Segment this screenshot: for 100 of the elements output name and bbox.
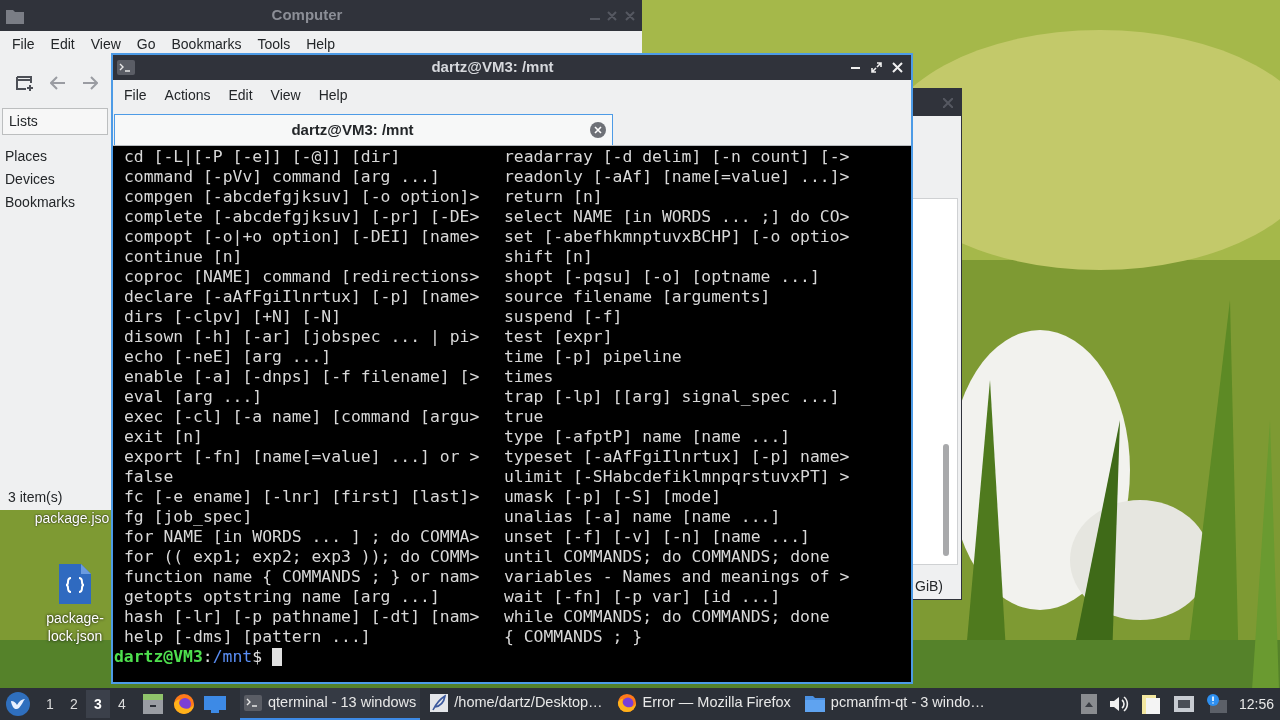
taskbar-button[interactable]: /home/dartz/Desktop… [426, 688, 607, 720]
terminal-line: fg [job_spec] [124, 507, 254, 527]
workspace-button[interactable]: 2 [62, 690, 86, 718]
terminal-line: readonly [-aAf] [name[=value] ...]> [504, 167, 850, 187]
terminal-line: while COMMANDS; do COMMANDS; done [504, 607, 831, 627]
terminal-icon [117, 60, 135, 75]
scrollbar-thumb[interactable] [943, 444, 949, 556]
list-dropdown[interactable]: Lists [2, 108, 108, 135]
terminal-line: umask [-p] [-S] [mode] [504, 487, 723, 507]
menu-item[interactable]: Tools [249, 32, 299, 57]
terminal-icon [244, 695, 262, 711]
taskbar-button[interactable]: qterminal - 13 windows [240, 688, 421, 720]
notification-icon[interactable] [1206, 694, 1227, 714]
terminal-line: times [504, 367, 555, 387]
json-file-icon[interactable] [59, 564, 91, 604]
terminal-line: function name { COMMANDS ; } or nam> [124, 567, 481, 587]
sidebar-item[interactable]: Bookmarks [0, 191, 110, 214]
terminal-line: false [124, 467, 175, 487]
terminal-line: suspend [-f] [504, 307, 624, 327]
network-icon[interactable] [1172, 694, 1195, 714]
terminal-line: compgen [-abcdefgjksuv] [-o option]> [124, 187, 481, 207]
close-icon[interactable] [590, 122, 606, 138]
terminal-line: time [-p] pipeline [504, 347, 683, 367]
terminal-line: set [-abefhkmnptuvxBCHP] [-o optio> [504, 227, 850, 247]
terminal-line: readarray [-d delim] [-n count] [-> [504, 147, 850, 167]
volume-icon[interactable] [1108, 695, 1129, 713]
taskbar-button[interactable]: pcmanfm-qt - 3 windo… [800, 688, 989, 720]
window-title: dartz@VM3: /mnt [430, 57, 555, 78]
terminal-line: eval [arg ...] [124, 387, 264, 407]
terminal-line: export [-fn] [name[=value] ...] or > [124, 447, 481, 467]
menu-item[interactable]: Go [128, 32, 164, 57]
clock[interactable]: 12:56 [1238, 693, 1274, 715]
file-label: package.jso [33, 510, 111, 526]
menu-item[interactable]: Edit [42, 32, 83, 57]
terminal-line: continue [n] [124, 247, 244, 267]
terminal-line: variables - Names and meanings of > [504, 567, 850, 587]
terminal-line: trap [-lp] [[arg] signal_spec ...] [504, 387, 841, 407]
menu-item[interactable]: Actions [155, 83, 220, 108]
taskbar-button[interactable]: Error — Mozilla Firefox [612, 688, 795, 720]
terminal-line: hash [-lr] [-p pathname] [-dt] [nam> [124, 607, 481, 627]
folder-icon [804, 694, 825, 712]
terminal-line: select NAME [in WORDS ... ;] do CO> [504, 207, 850, 227]
terminal-line: enable [-a] [-dnps] [-f filename] [> [124, 367, 481, 387]
terminal-line: type [-afptP] name [name ...] [504, 427, 792, 447]
workspace-button[interactable]: 3 [86, 690, 110, 718]
terminal-line: wait [-fn] [-p var] [id ...] [504, 587, 782, 607]
terminal-line: help [-dms] [pattern ...] [124, 627, 372, 647]
feather-icon [430, 694, 449, 712]
terminal-line: shopt [-pqsu] [-o] [optname ...] [504, 267, 821, 287]
terminal-line: typeset [-aAfFgiIlnrtux] [-p] name> [504, 447, 850, 467]
firefox-icon[interactable] [173, 693, 195, 715]
terminal-line: exit [n] [124, 427, 204, 447]
terminal-line: until COMMANDS; do COMMANDS; done [504, 547, 831, 567]
terminal-line: shift [n] [504, 247, 594, 267]
maximize-icon[interactable] [871, 62, 882, 73]
workspace-button[interactable]: 4 [110, 690, 134, 718]
file-cabinet-icon[interactable] [142, 693, 164, 715]
terminal-line: exec [-cl] [-a name] [command [argu> [124, 407, 481, 427]
terminal-line: return [n] [504, 187, 604, 207]
menu-item[interactable]: File [4, 32, 43, 57]
sidebar-item[interactable]: Places [0, 145, 110, 168]
terminal-line: source filename [arguments] [504, 287, 772, 307]
terminal-line: echo [-neE] [arg ...] [124, 347, 333, 367]
status-text: 3 item(s) [8, 487, 63, 507]
terminal-line: compopt [-o|+o option] [-DEI] [name> [124, 227, 481, 247]
terminal-line: coproc [NAME] command [redirections> [124, 267, 481, 287]
terminal-line: cd [-L|[-P [-e]] [-@]] [dir] [124, 147, 402, 167]
terminal-line: getopts optstring name [arg ...] [124, 587, 441, 607]
window-title: Computer [270, 5, 344, 26]
new-window-icon[interactable] [16, 74, 34, 92]
start-menu-icon[interactable] [6, 692, 30, 716]
terminal-line: unset [-f] [-v] [-n] [name ...] [504, 527, 811, 547]
tray-expand-button[interactable] [1080, 694, 1097, 714]
terminal-line: complete [-abcdefgjksuv] [-pr] [-DE> [124, 207, 481, 227]
sidebar-item[interactable]: Devices [0, 168, 110, 191]
terminal-line: ulimit [-SHabcdefiklmnpqrstuvxPT] > [504, 467, 850, 487]
menu-item[interactable]: Bookmarks [163, 32, 250, 57]
menu-item[interactable]: View [261, 83, 310, 108]
text-cursor [271, 648, 282, 666]
menu-item[interactable]: Help [309, 83, 357, 108]
terminal-tab[interactable]: dartz@VM3: /mnt [114, 114, 613, 145]
menu-item[interactable]: File [115, 83, 156, 108]
status-text: GiB) [915, 576, 943, 596]
terminal-line: fc [-e ename] [-lnr] [first] [last]> [124, 487, 481, 507]
terminal-line: disown [-h] [-ar] [jobspec ... | pi> [124, 327, 481, 347]
terminal-line: true [504, 407, 545, 427]
menu-item[interactable]: View [82, 32, 129, 57]
terminal-line: for NAME [in WORDS ... ] ; do COMMA> [124, 527, 481, 547]
workspace-button[interactable]: 1 [38, 690, 62, 718]
desktop-icon[interactable] [204, 694, 226, 714]
terminal-line: test [expr] [504, 327, 614, 347]
up-arrow-icon [1084, 701, 1093, 707]
terminal-line: declare [-aAfFgiIlnrtux] [-p] [name> [124, 287, 481, 307]
folder-icon [6, 7, 24, 24]
menu-item[interactable]: Help [298, 32, 343, 57]
clipboard-icon[interactable] [1140, 693, 1161, 715]
menu-item[interactable]: Edit [219, 83, 262, 108]
shell-prompt: dartz@VM3:/mnt$ [114, 647, 264, 667]
terminal-line: for (( exp1; exp2; exp3 )); do COMM> [124, 547, 481, 567]
terminal-line: dirs [-clpv] [+N] [-N] [124, 307, 343, 327]
